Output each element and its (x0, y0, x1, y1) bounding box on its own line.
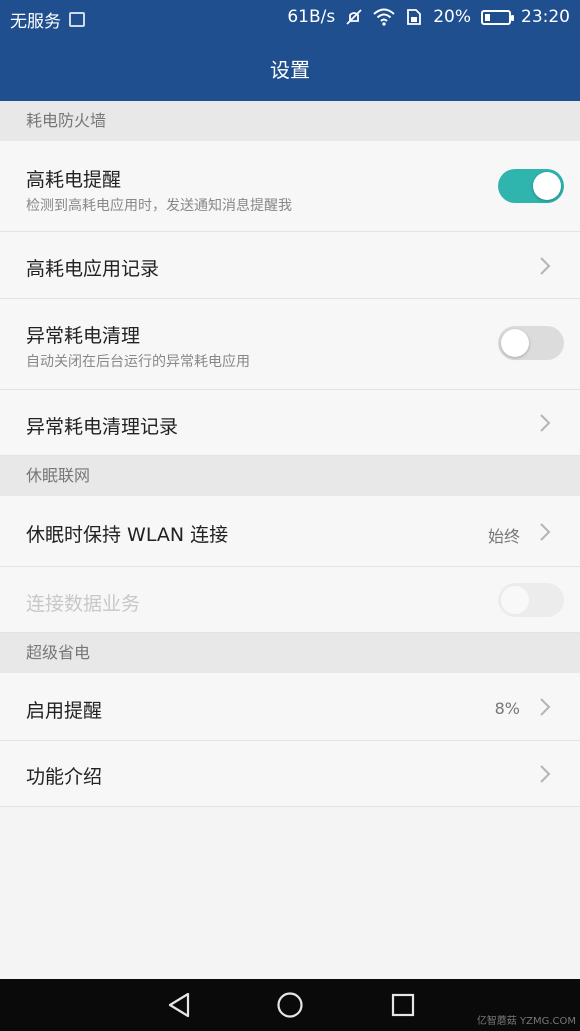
app-header: 无服务 61B/s 20% 23:20 设置 (0, 0, 580, 101)
high-usage-log-row[interactable]: 高耗电应用记录 (0, 232, 580, 299)
data-service-toggle (498, 583, 564, 617)
row-label: 高耗电应用记录 (26, 258, 160, 280)
row-label: 连接数据业务 (26, 593, 141, 615)
section-header-sleep-network: 休眠联网 (0, 456, 580, 496)
sim-icon (407, 9, 422, 25)
high-usage-alert-row[interactable]: 高耗电提醒 检测到高耗电应用时，发送通知消息提醒我 (0, 141, 580, 232)
row-value: 始终 (487, 527, 520, 546)
abnormal-clean-log-row[interactable]: 异常耗电清理记录 (0, 390, 580, 456)
chevron-right-icon (540, 257, 551, 275)
chevron-right-icon (540, 523, 551, 541)
intro-row[interactable]: 功能介绍 (0, 741, 580, 807)
high-usage-alert-toggle[interactable] (498, 169, 564, 203)
row-label: 异常耗电清理记录 (26, 416, 179, 438)
section-header-super-saver: 超级省电 (0, 633, 580, 673)
recents-icon[interactable] (390, 991, 416, 1019)
chevron-right-icon (540, 765, 551, 783)
abnormal-clean-row[interactable]: 异常耗电清理 自动关闭在后台运行的异常耗电应用 (0, 299, 580, 390)
row-label: 启用提醒 (26, 700, 103, 722)
row-label: 功能介绍 (26, 766, 103, 788)
clock: 23:20 (521, 7, 570, 27)
wlan-sleep-row[interactable]: 休眠时保持 WLAN 连接 始终 (0, 496, 580, 567)
image-notification-icon (69, 12, 85, 27)
abnormal-clean-toggle[interactable] (498, 326, 564, 360)
battery-percent: 20% (433, 7, 471, 27)
data-service-row: 连接数据业务 (0, 567, 580, 633)
mute-icon (346, 9, 362, 25)
wifi-icon (373, 8, 395, 26)
battery-icon (481, 9, 514, 25)
back-icon[interactable] (166, 991, 192, 1019)
network-speed: 61B/s (287, 7, 336, 27)
section-header-power-firewall: 耗电防火墙 (0, 101, 580, 141)
row-label: 休眠时保持 WLAN 连接 (26, 524, 229, 546)
carrier-text: 无服务 (10, 12, 61, 32)
enable-alert-row[interactable]: 启用提醒 8% (0, 673, 580, 741)
chevron-right-icon (540, 698, 551, 716)
home-icon[interactable] (276, 991, 304, 1019)
row-label: 异常耗电清理 (26, 325, 141, 347)
row-value: 8% (494, 699, 520, 718)
chevron-right-icon (540, 414, 551, 432)
status-bar: 无服务 61B/s 20% 23:20 (0, 0, 580, 36)
row-label: 高耗电提醒 (26, 169, 122, 191)
row-subtitle: 自动关闭在后台运行的异常耗电应用 (26, 354, 250, 370)
navigation-bar: 亿智蘑菇 YZMG.COM (0, 979, 580, 1031)
page-title: 设置 (270, 58, 310, 82)
watermark: 亿智蘑菇 YZMG.COM (476, 1016, 576, 1027)
row-subtitle: 检测到高耗电应用时，发送通知消息提醒我 (26, 198, 292, 214)
